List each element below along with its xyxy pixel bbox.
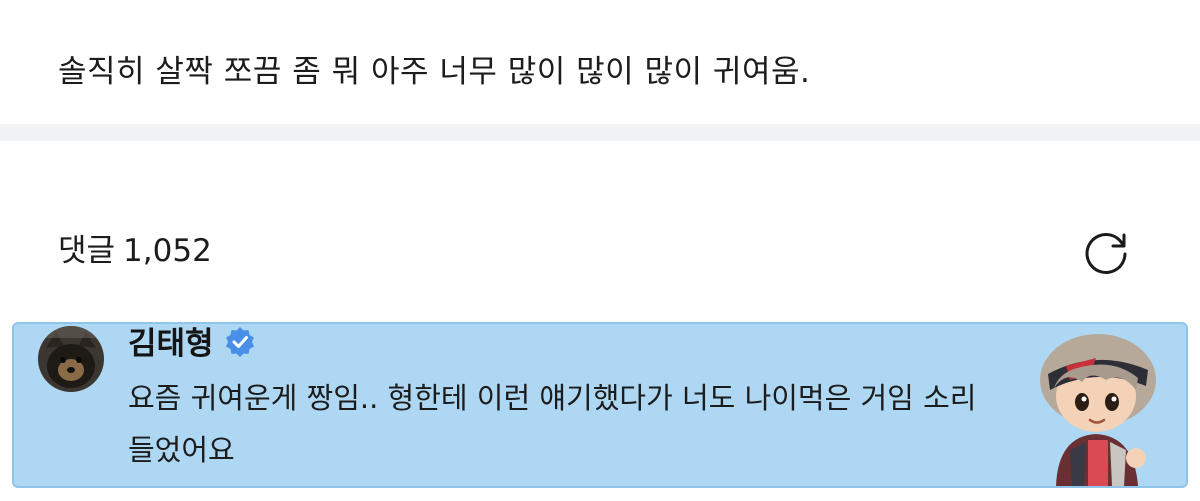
- post-text: 솔직히 살짝 쪼끔 좀 뭐 아주 너무 많이 많이 많이 귀여움.: [58, 54, 811, 90]
- bottom-strip: [0, 488, 1200, 501]
- comments-label: 댓글: [58, 233, 116, 269]
- refresh-icon: [1085, 233, 1127, 274]
- comments-header: 댓글 1,052: [0, 141, 1200, 321]
- refresh-button[interactable]: [1076, 221, 1136, 281]
- comments-title: 댓글 1,052: [58, 225, 212, 270]
- highlighted-comment[interactable]: 김태형 요즘 귀여운게 짱임.. 형한테 이런 얘기했다가 너도 나이먹은 거임…: [12, 322, 1188, 488]
- verified-badge-icon: [225, 326, 254, 357]
- character-sticker: [1026, 330, 1166, 486]
- author-name[interactable]: 김태형: [128, 324, 214, 363]
- comment-text: 요즘 귀여운게 짱임.. 형한테 이런 얘기했다가 너도 나이먹은 거임 소리 …: [128, 381, 977, 467]
- post-body: 솔직히 살짝 쪼끔 좀 뭐 아주 너무 많이 많이 많이 귀여움.: [0, 0, 1200, 124]
- section-divider: [0, 124, 1200, 141]
- comment-author: 김태형: [128, 324, 256, 363]
- avatar[interactable]: [38, 326, 104, 392]
- comments-count: 1,052: [123, 233, 212, 269]
